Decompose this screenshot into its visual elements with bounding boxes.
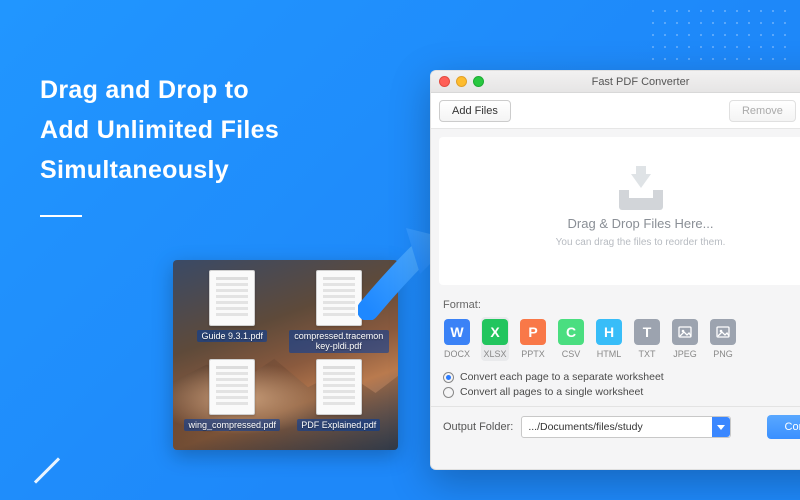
close-icon[interactable] [439, 76, 450, 87]
divider [431, 406, 800, 407]
dropzone-subtitle: You can drag the files to reorder them. [556, 237, 726, 248]
minimize-icon[interactable] [456, 76, 467, 87]
format-option-csv[interactable]: C CSV [557, 317, 585, 361]
chevron-down-icon[interactable] [712, 417, 730, 437]
dropzone-title: Drag & Drop Files Here... [568, 216, 714, 231]
headline: Drag and Drop to Add Unlimited Files Sim… [40, 70, 279, 190]
option-label: Convert each page to a separate workshee… [460, 371, 664, 383]
format-badge-icon [672, 319, 698, 345]
pdf-file-icon [316, 270, 362, 326]
output-folder-label: Output Folder: [443, 421, 513, 433]
remove-button[interactable]: Remove [729, 100, 796, 122]
option-label: Convert all pages to a single worksheet [460, 386, 643, 398]
add-files-button[interactable]: Add Files [439, 100, 511, 122]
settings-panel: Format: W DOCX X XLSX P PPTX C CSV H HTML T TXT JPEG… [431, 293, 800, 449]
format-caption: HTML [597, 349, 622, 359]
format-badge-icon: H [596, 319, 622, 345]
format-caption: XLSX [484, 349, 507, 359]
desktop-file[interactable]: wing_compressed.pdf [181, 359, 284, 444]
window-title: Fast PDF Converter [592, 76, 690, 88]
promo-stage: Drag and Drop to Add Unlimited Files Sim… [0, 0, 800, 500]
format-label: Format: [443, 299, 800, 311]
format-option-pptx[interactable]: P PPTX [519, 317, 547, 361]
format-option-xlsx[interactable]: X XLSX [481, 317, 509, 361]
format-caption: DOCX [444, 349, 470, 359]
headline-line: Add Unlimited Files [40, 110, 279, 150]
dropzone[interactable]: Drag & Drop Files Here... You can drag t… [439, 137, 800, 285]
format-badge-icon: X [482, 319, 508, 345]
format-option-jpeg[interactable]: JPEG [671, 317, 699, 361]
radio-icon[interactable] [443, 372, 454, 383]
format-badge-icon: C [558, 319, 584, 345]
dropzone-icon [619, 174, 663, 210]
conversion-option[interactable]: Convert all pages to a single worksheet [443, 386, 800, 398]
file-label: Guide 9.3.1.pdf [197, 330, 267, 342]
output-row: Output Folder: .../Documents/files/study… [443, 415, 800, 439]
format-badge-icon [710, 319, 736, 345]
convert-button[interactable]: Conver [767, 415, 800, 439]
file-label: wing_compressed.pdf [184, 419, 280, 431]
pdf-file-icon [209, 359, 255, 415]
pdf-file-icon [209, 270, 255, 326]
format-caption: PNG [713, 349, 733, 359]
traffic-lights [439, 76, 484, 87]
conversion-options: Convert each page to a separate workshee… [443, 371, 800, 398]
format-option-txt[interactable]: T TXT [633, 317, 661, 361]
headline-line: Drag and Drop to [40, 70, 279, 110]
file-label: compressed.tracemonkey-pldi.pdf [289, 330, 389, 353]
format-caption: CSV [562, 349, 581, 359]
format-option-docx[interactable]: W DOCX [443, 317, 471, 361]
conversion-option[interactable]: Convert each page to a separate workshee… [443, 371, 800, 383]
format-caption: JPEG [673, 349, 697, 359]
format-caption: PPTX [521, 349, 545, 359]
file-label: PDF Explained.pdf [297, 419, 380, 431]
toolbar: Add Files Remove Re [431, 93, 800, 129]
format-badge-icon: P [520, 319, 546, 345]
output-folder-select[interactable]: .../Documents/files/study [521, 416, 731, 438]
format-row: W DOCX X XLSX P PPTX C CSV H HTML T TXT JPEG PNG [443, 317, 800, 361]
output-folder-value: .../Documents/files/study [522, 421, 712, 433]
format-caption: TXT [639, 349, 656, 359]
desktop-file[interactable]: PDF Explained.pdf [288, 359, 391, 444]
pdf-file-icon [316, 359, 362, 415]
format-option-html[interactable]: H HTML [595, 317, 623, 361]
app-window: Fast PDF Converter Add Files Remove Re D… [430, 70, 800, 470]
headline-line: Simultaneously [40, 150, 279, 190]
format-badge-icon: W [444, 319, 470, 345]
zoom-icon[interactable] [473, 76, 484, 87]
radio-icon[interactable] [443, 387, 454, 398]
format-badge-icon: T [634, 319, 660, 345]
headline-underline [40, 215, 82, 217]
window-titlebar[interactable]: Fast PDF Converter [431, 71, 800, 93]
desktop-file[interactable]: Guide 9.3.1.pdf [181, 270, 284, 355]
format-option-png[interactable]: PNG [709, 317, 737, 361]
decorative-slash [34, 457, 60, 483]
